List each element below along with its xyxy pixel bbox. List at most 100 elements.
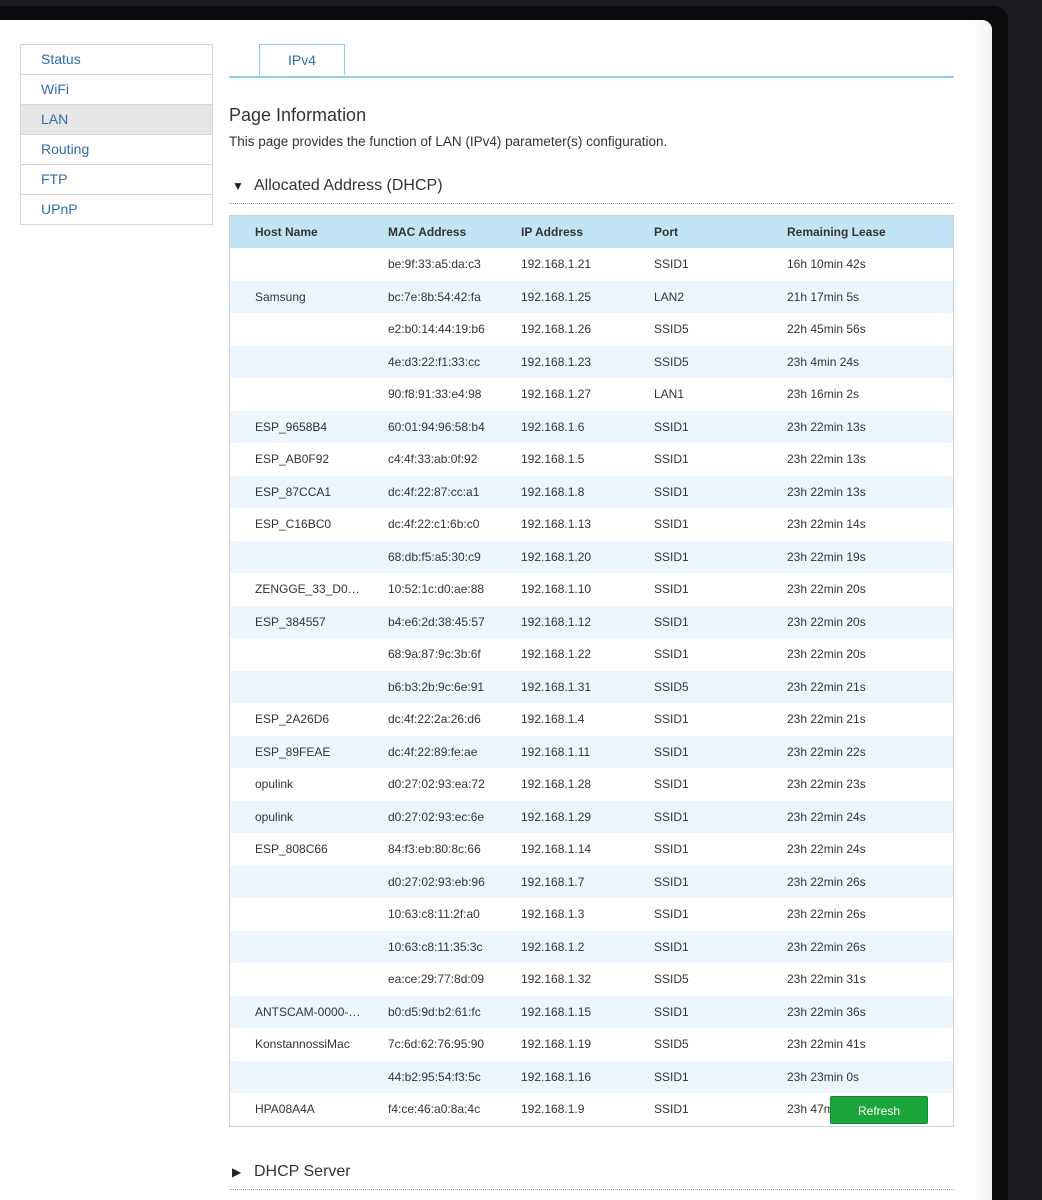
remaining-lease-cell: 23h 22min 23s	[762, 768, 953, 801]
remaining-lease-cell: 23h 22min 31s	[762, 963, 953, 996]
table-row: ESP_384557 b4:e6:2d:38:45:57 192.168.1.12 S…	[230, 605, 953, 638]
triangle-right-icon: ▶	[232, 1165, 242, 1179]
table-row: 44:b2:95:54:f3:5c 192.168.1.16 SSID1 23h 23…	[230, 1060, 953, 1093]
table-row: ESP_87CCA1 dc:4f:22:87:cc:a1 192.168.1.8 SS…	[230, 475, 953, 508]
port-cell: SSID1	[629, 735, 762, 768]
port-cell: SSID1	[629, 638, 762, 671]
host-name-cell	[230, 248, 363, 281]
host-name-cell	[230, 638, 363, 671]
ip-address-cell: 192.168.1.8	[496, 475, 629, 508]
sidebar-item-status[interactable]: Status	[21, 45, 212, 75]
table-row: 10:63:c8:11:35:3c 192.168.1.2 SSID1 23h 22m…	[230, 930, 953, 963]
sidebar-item-upnp[interactable]: UPnP	[21, 195, 212, 224]
ip-address-cell: 192.168.1.22	[496, 638, 629, 671]
column-header: IP Address	[496, 216, 629, 248]
refresh-button[interactable]: Refresh	[830, 1096, 928, 1124]
dhcp-table-container: Host Name MAC Address IP Address Port Re…	[229, 215, 954, 1127]
remaining-lease-cell: 23h 16min 2s	[762, 378, 953, 411]
table-row: ANTSCAM-0000-TNP…b0:d5:9d:b2:61:fc192.16…	[230, 995, 953, 1028]
dhcp-table-body: be:9f:33:a5:da:c3 192.168.1.21 SSID1 16h 10…	[230, 248, 953, 1126]
tab-bar: IPv4	[229, 44, 954, 78]
mac-address-cell: 10:52:1c:d0:ae:88	[363, 573, 496, 606]
table-row: e2:b0:14:44:19:b6 192.168.1.26 SSID5 22h 45…	[230, 313, 953, 346]
sidebar-item-wifi[interactable]: WiFi	[21, 75, 212, 105]
port-cell: SSID1	[629, 443, 762, 476]
host-name-cell: ESP_2A26D6	[230, 703, 363, 736]
host-name-cell: ZENGGE_33_D0AE88	[230, 573, 363, 606]
ip-address-cell: 192.168.1.11	[496, 735, 629, 768]
mac-address-cell: bc:7e:8b:54:42:fa	[363, 280, 496, 313]
sidebar-item-routing[interactable]: Routing	[21, 135, 212, 165]
page-title: Page Information	[229, 105, 367, 125]
ip-address-cell: 192.168.1.25	[496, 280, 629, 313]
port-cell: SSID1	[629, 573, 762, 606]
port-cell: SSID1	[629, 508, 762, 541]
page-edge	[972, 20, 992, 1200]
mac-address-cell: 84:f3:eb:80:8c:66	[363, 833, 496, 866]
remaining-lease-cell: 23h 22min 24s	[762, 833, 953, 866]
column-header: Remaining Lease	[762, 216, 953, 248]
table-row: 68:9a:87:9c:3b:6f 192.168.1.22 SSID1 23h 22…	[230, 638, 953, 671]
table-row: ea:ce:29:77:8d:09 192.168.1.32 SSID5 23h 22…	[230, 963, 953, 996]
tab-ipv4[interactable]: IPv4	[259, 44, 345, 76]
remaining-lease-cell: 16h 10min 42s	[762, 248, 953, 281]
column-header: Host Name	[230, 216, 363, 248]
ip-address-cell: 192.168.1.10	[496, 573, 629, 606]
host-name-cell: HPA08A4A	[230, 1093, 363, 1126]
port-cell: SSID1	[629, 1093, 762, 1126]
dhcp-server-section-header[interactable]: ▶ DHCP Server	[229, 1163, 954, 1190]
sidebar-item-ftp[interactable]: FTP	[21, 165, 212, 195]
table-header-row: Host Name MAC Address IP Address Port Re…	[230, 216, 953, 248]
host-name-cell: ESP_9658B4	[230, 410, 363, 443]
mac-address-cell: dc:4f:22:c1:6b:c0	[363, 508, 496, 541]
host-name-cell	[230, 540, 363, 573]
table-row: 68:db:f5:a5:30:c9 192.168.1.20 SSID1 23h 22…	[230, 540, 953, 573]
ip-address-cell: 192.168.1.6	[496, 410, 629, 443]
remaining-lease-cell: 23h 22min 21s	[762, 703, 953, 736]
table-row: opulink d0:27:02:93:ec:6e 192.168.1.29 SSID…	[230, 800, 953, 833]
host-name-cell	[230, 345, 363, 378]
port-cell: SSID1	[629, 833, 762, 866]
host-name-cell: ESP_AB0F92	[230, 443, 363, 476]
port-cell: SSID5	[629, 1028, 762, 1061]
ip-address-cell: 192.168.1.7	[496, 865, 629, 898]
mac-address-cell: 10:63:c8:11:35:3c	[363, 930, 496, 963]
port-cell: SSID1	[629, 410, 762, 443]
table-row: d0:27:02:93:eb:96 192.168.1.7 SSID1 23h 22m…	[230, 865, 953, 898]
host-name-cell	[230, 963, 363, 996]
sidebar-nav: Status WiFi LAN Routing FTP UPnP	[20, 44, 213, 225]
ip-address-cell: 192.168.1.19	[496, 1028, 629, 1061]
mac-address-cell: b6:b3:2b:9c:6e:91	[363, 670, 496, 703]
host-name-cell: opulink	[230, 768, 363, 801]
ip-address-cell: 192.168.1.5	[496, 443, 629, 476]
remaining-lease-cell: 23h 22min 20s	[762, 638, 953, 671]
mac-address-cell: 10:63:c8:11:2f:a0	[363, 898, 496, 931]
table-row: 4e:d3:22:f1:33:cc 192.168.1.23 SSID5 23h 4m…	[230, 345, 953, 378]
table-row: ESP_808C66 84:f3:eb:80:8c:66 192.168.1.14 S…	[230, 833, 953, 866]
port-cell: SSID1	[629, 248, 762, 281]
dhcp-allocated-section-header[interactable]: ▼ Allocated Address (DHCP)	[229, 177, 954, 204]
mac-address-cell: b4:e6:2d:38:45:57	[363, 605, 496, 638]
ip-address-cell: 192.168.1.15	[496, 995, 629, 1028]
remaining-lease-cell: 23h 22min 14s	[762, 508, 953, 541]
sidebar-item-lan[interactable]: LAN	[21, 105, 212, 135]
mac-address-cell: e2:b0:14:44:19:b6	[363, 313, 496, 346]
section-title: Allocated Address (DHCP)	[254, 177, 443, 194]
port-cell: LAN2	[629, 280, 762, 313]
port-cell: SSID1	[629, 768, 762, 801]
remaining-lease-cell: 23h 22min 26s	[762, 930, 953, 963]
table-row: 90:f8:91:33:e4:98 192.168.1.27 LAN1 23h 16m…	[230, 378, 953, 411]
port-cell: SSID1	[629, 930, 762, 963]
port-cell: SSID5	[629, 963, 762, 996]
host-name-cell	[230, 313, 363, 346]
remaining-lease-cell: 23h 22min 26s	[762, 898, 953, 931]
port-cell: SSID1	[629, 703, 762, 736]
port-cell: SSID1	[629, 605, 762, 638]
table-row: ESP_9658B4 60:01:94:96:58:b4 192.168.1.6 SS…	[230, 410, 953, 443]
table-row: b6:b3:2b:9c:6e:91 192.168.1.31 SSID5 23h 22…	[230, 670, 953, 703]
host-name-cell	[230, 670, 363, 703]
mac-address-cell: d0:27:02:93:ec:6e	[363, 800, 496, 833]
remaining-lease-cell: 22h 45min 56s	[762, 313, 953, 346]
host-name-cell	[230, 898, 363, 931]
port-cell: SSID1	[629, 540, 762, 573]
